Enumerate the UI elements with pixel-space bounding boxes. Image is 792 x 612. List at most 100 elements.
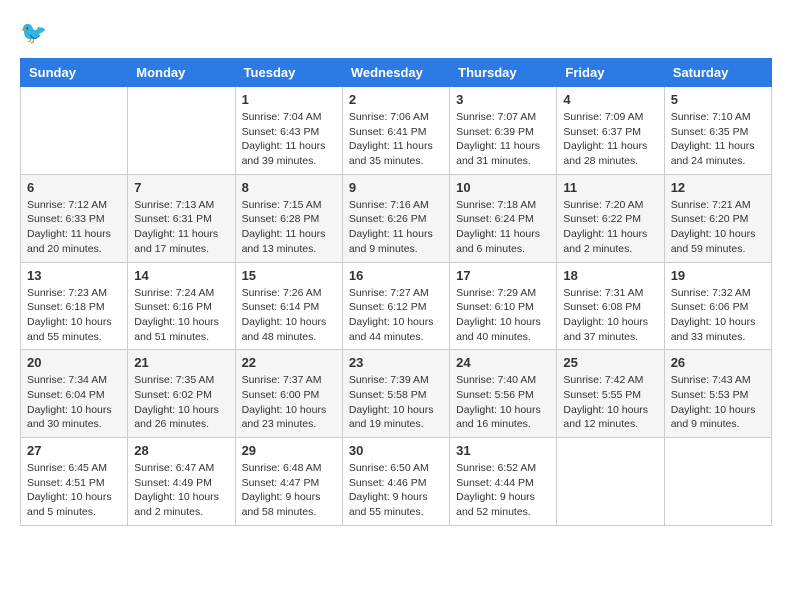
- day-number: 13: [27, 268, 121, 283]
- calendar-cell: 9Sunrise: 7:16 AMSunset: 6:26 PMDaylight…: [342, 174, 449, 262]
- day-info: Sunrise: 6:45 AMSunset: 4:51 PMDaylight:…: [27, 461, 121, 520]
- calendar-cell: 18 Sunrise: 7:31 AMSunset: 6:08 PMDayligh…: [557, 262, 664, 350]
- day-number: 25: [563, 355, 657, 370]
- calendar-cell: 25 Sunrise: 7:42 AMSunset: 5:55 PMDayligh…: [557, 350, 664, 438]
- day-info: Sunrise: 7:35 AMSunset: 6:02 PMDaylight:…: [134, 373, 228, 432]
- calendar-cell: [128, 87, 235, 175]
- calendar-cell: 30 Sunrise: 6:50 AMSunset: 4:46 PMDayligh…: [342, 438, 449, 526]
- calendar-week-row: 27 Sunrise: 6:45 AMSunset: 4:51 PMDayligh…: [21, 438, 772, 526]
- day-info: Sunrise: 7:06 AMSunset: 6:41 PMDaylight:…: [349, 110, 443, 169]
- calendar-cell: 3 Sunrise: 7:07 AMSunset: 6:39 PMDaylight…: [450, 87, 557, 175]
- calendar-cell: 11 Sunrise: 7:20 AMSunset: 6:22 PMDayligh…: [557, 174, 664, 262]
- day-number: 26: [671, 355, 765, 370]
- day-number: 4: [563, 92, 657, 107]
- day-number: 7: [134, 180, 228, 195]
- day-number: 29: [242, 443, 336, 458]
- calendar-week-row: 1 Sunrise: 7:04 AMSunset: 6:43 PMDaylight…: [21, 87, 772, 175]
- column-header-thursday: Thursday: [450, 59, 557, 87]
- day-number: 2: [349, 92, 443, 107]
- day-info: Sunrise: 7:20 AMSunset: 6:22 PMDaylight:…: [563, 198, 657, 257]
- calendar-cell: 1 Sunrise: 7:04 AMSunset: 6:43 PMDaylight…: [235, 87, 342, 175]
- day-number: 17: [456, 268, 550, 283]
- day-number: 15: [242, 268, 336, 283]
- calendar-cell: 8 Sunrise: 7:15 AMSunset: 6:28 PMDaylight…: [235, 174, 342, 262]
- calendar-cell: 5 Sunrise: 7:10 AMSunset: 6:35 PMDaylight…: [664, 87, 771, 175]
- day-info: Sunrise: 7:23 AMSunset: 6:18 PMDaylight:…: [27, 286, 121, 345]
- calendar-cell: [21, 87, 128, 175]
- calendar-week-row: 13 Sunrise: 7:23 AMSunset: 6:18 PMDayligh…: [21, 262, 772, 350]
- day-number: 1: [242, 92, 336, 107]
- day-number: 6: [27, 180, 121, 195]
- calendar-cell: 20Sunrise: 7:34 AMSunset: 6:04 PMDayligh…: [21, 350, 128, 438]
- calendar-cell: 4Sunrise: 7:09 AMSunset: 6:37 PMDaylight…: [557, 87, 664, 175]
- day-number: 12: [671, 180, 765, 195]
- calendar-week-row: 6 Sunrise: 7:12 AMSunset: 6:33 PMDaylight…: [21, 174, 772, 262]
- day-info: Sunrise: 7:15 AMSunset: 6:28 PMDaylight:…: [242, 198, 336, 257]
- day-info: Sunrise: 7:39 AMSunset: 5:58 PMDaylight:…: [349, 373, 443, 432]
- calendar-header-row: SundayMondayTuesdayWednesdayThursdayFrid…: [21, 59, 772, 87]
- day-number: 3: [456, 92, 550, 107]
- day-info: Sunrise: 7:21 AMSunset: 6:20 PMDaylight:…: [671, 198, 765, 257]
- calendar-table: SundayMondayTuesdayWednesdayThursdayFrid…: [20, 58, 772, 526]
- column-header-wednesday: Wednesday: [342, 59, 449, 87]
- calendar-cell: 2 Sunrise: 7:06 AMSunset: 6:41 PMDaylight…: [342, 87, 449, 175]
- calendar-cell: 22 Sunrise: 7:37 AMSunset: 6:00 PMDayligh…: [235, 350, 342, 438]
- calendar-cell: [557, 438, 664, 526]
- day-info: Sunrise: 7:04 AMSunset: 6:43 PMDaylight:…: [242, 110, 336, 169]
- day-info: Sunrise: 7:31 AMSunset: 6:08 PMDaylight:…: [563, 286, 657, 345]
- day-number: 9: [349, 180, 443, 195]
- calendar-cell: 21 Sunrise: 7:35 AMSunset: 6:02 PMDayligh…: [128, 350, 235, 438]
- calendar-cell: 29Sunrise: 6:48 AMSunset: 4:47 PMDayligh…: [235, 438, 342, 526]
- day-info: Sunrise: 7:26 AMSunset: 6:14 PMDaylight:…: [242, 286, 336, 345]
- calendar-cell: 24 Sunrise: 7:40 AMSunset: 5:56 PMDayligh…: [450, 350, 557, 438]
- column-header-tuesday: Tuesday: [235, 59, 342, 87]
- day-number: 27: [27, 443, 121, 458]
- day-info: Sunrise: 7:42 AMSunset: 5:55 PMDaylight:…: [563, 373, 657, 432]
- day-number: 20: [27, 355, 121, 370]
- day-number: 28: [134, 443, 228, 458]
- calendar-cell: 19 Sunrise: 7:32 AMSunset: 6:06 PMDayligh…: [664, 262, 771, 350]
- day-number: 10: [456, 180, 550, 195]
- day-info: Sunrise: 7:27 AMSunset: 6:12 PMDaylight:…: [349, 286, 443, 345]
- day-number: 8: [242, 180, 336, 195]
- day-info: Sunrise: 6:50 AMSunset: 4:46 PMDaylight:…: [349, 461, 443, 520]
- calendar-cell: [664, 438, 771, 526]
- day-info: Sunrise: 7:29 AMSunset: 6:10 PMDaylight:…: [456, 286, 550, 345]
- day-number: 22: [242, 355, 336, 370]
- day-number: 30: [349, 443, 443, 458]
- column-header-sunday: Sunday: [21, 59, 128, 87]
- calendar-cell: 27 Sunrise: 6:45 AMSunset: 4:51 PMDayligh…: [21, 438, 128, 526]
- day-info: Sunrise: 7:12 AMSunset: 6:33 PMDaylight:…: [27, 198, 121, 257]
- day-number: 16: [349, 268, 443, 283]
- day-info: Sunrise: 7:40 AMSunset: 5:56 PMDaylight:…: [456, 373, 550, 432]
- calendar-week-row: 20Sunrise: 7:34 AMSunset: 6:04 PMDayligh…: [21, 350, 772, 438]
- day-number: 11: [563, 180, 657, 195]
- calendar-cell: 10Sunrise: 7:18 AMSunset: 6:24 PMDayligh…: [450, 174, 557, 262]
- calendar-cell: 26Sunrise: 7:43 AMSunset: 5:53 PMDayligh…: [664, 350, 771, 438]
- day-info: Sunrise: 7:37 AMSunset: 6:00 PMDaylight:…: [242, 373, 336, 432]
- day-number: 14: [134, 268, 228, 283]
- day-info: Sunrise: 7:10 AMSunset: 6:35 PMDaylight:…: [671, 110, 765, 169]
- day-number: 21: [134, 355, 228, 370]
- day-info: Sunrise: 7:32 AMSunset: 6:06 PMDaylight:…: [671, 286, 765, 345]
- day-info: Sunrise: 7:07 AMSunset: 6:39 PMDaylight:…: [456, 110, 550, 169]
- logo-bird-icon: 🐦: [20, 20, 47, 46]
- day-number: 24: [456, 355, 550, 370]
- column-header-monday: Monday: [128, 59, 235, 87]
- calendar-cell: 17 Sunrise: 7:29 AMSunset: 6:10 PMDayligh…: [450, 262, 557, 350]
- column-header-friday: Friday: [557, 59, 664, 87]
- logo: 🐦: [20, 20, 47, 42]
- day-info: Sunrise: 7:24 AMSunset: 6:16 PMDaylight:…: [134, 286, 228, 345]
- day-number: 31: [456, 443, 550, 458]
- day-number: 19: [671, 268, 765, 283]
- calendar-cell: 15 Sunrise: 7:26 AMSunset: 6:14 PMDayligh…: [235, 262, 342, 350]
- page-header: 🐦: [20, 20, 772, 42]
- calendar-cell: 31 Sunrise: 6:52 AMSunset: 4:44 PMDayligh…: [450, 438, 557, 526]
- column-header-saturday: Saturday: [664, 59, 771, 87]
- day-number: 18: [563, 268, 657, 283]
- day-number: 5: [671, 92, 765, 107]
- calendar-cell: 6 Sunrise: 7:12 AMSunset: 6:33 PMDaylight…: [21, 174, 128, 262]
- day-info: Sunrise: 6:52 AMSunset: 4:44 PMDaylight:…: [456, 461, 550, 520]
- calendar-cell: 23Sunrise: 7:39 AMSunset: 5:58 PMDayligh…: [342, 350, 449, 438]
- calendar-cell: 13 Sunrise: 7:23 AMSunset: 6:18 PMDayligh…: [21, 262, 128, 350]
